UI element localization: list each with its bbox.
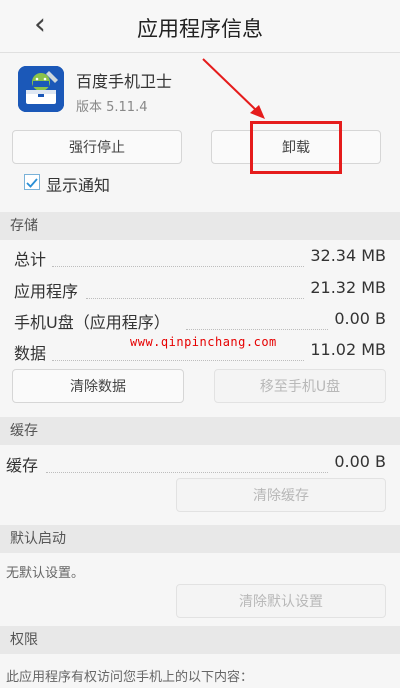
cache-row: 缓存 0.00 B — [6, 452, 386, 478]
permissions-text: 此应用程序有权访问您手机上的以下内容： — [6, 670, 254, 685]
row-label: 应用程序 — [14, 282, 79, 301]
default-launch-text: 无默认设置。 — [6, 566, 85, 581]
watermark-text: www.qinpinchang.com — [130, 335, 277, 349]
row-label: 数据 — [14, 344, 47, 363]
clear-data-button[interactable]: 清除数据 — [12, 369, 184, 403]
storage-row-app: 应用程序 21.32 MB — [14, 278, 386, 304]
clear-defaults-button[interactable]: 清除默认设置 — [176, 584, 386, 618]
section-header-storage: 存储 — [0, 212, 400, 240]
page-title: 应用程序信息 — [137, 17, 263, 41]
row-value: 32.34 MB — [310, 246, 386, 265]
section-header-cache: 缓存 — [0, 417, 400, 445]
show-notification-label: 显示通知 — [46, 176, 111, 195]
row-label: 总计 — [14, 250, 47, 269]
row-value: 0.00 B — [334, 309, 386, 328]
force-stop-button[interactable]: 强行停止 — [12, 130, 182, 164]
android-toolbox-icon — [18, 66, 64, 112]
row-value: 0.00 B — [334, 452, 386, 471]
row-value: 21.32 MB — [310, 278, 386, 297]
show-notification-checkbox[interactable] — [24, 174, 40, 190]
checkmark-icon — [26, 178, 38, 188]
annotation-arrow-icon — [202, 58, 265, 119]
title-bar: ‹ 应用程序信息 — [0, 0, 400, 53]
app-version: 版本 5.11.4 — [76, 100, 148, 115]
section-header-default-launch: 默认启动 — [0, 525, 400, 553]
row-value: 11.02 MB — [310, 340, 386, 359]
app-name: 百度手机卫士 — [76, 72, 173, 91]
move-to-usb-button[interactable]: 移至手机U盘 — [214, 369, 386, 403]
row-label: 手机U盘（应用程序） — [14, 313, 170, 332]
storage-row-usb: 手机U盘（应用程序） 0.00 B — [14, 309, 386, 335]
section-header-permissions: 权限 — [0, 626, 400, 654]
storage-row-total: 总计 32.34 MB — [14, 246, 386, 272]
clear-cache-button[interactable]: 清除缓存 — [176, 478, 386, 512]
row-label: 缓存 — [6, 456, 39, 475]
